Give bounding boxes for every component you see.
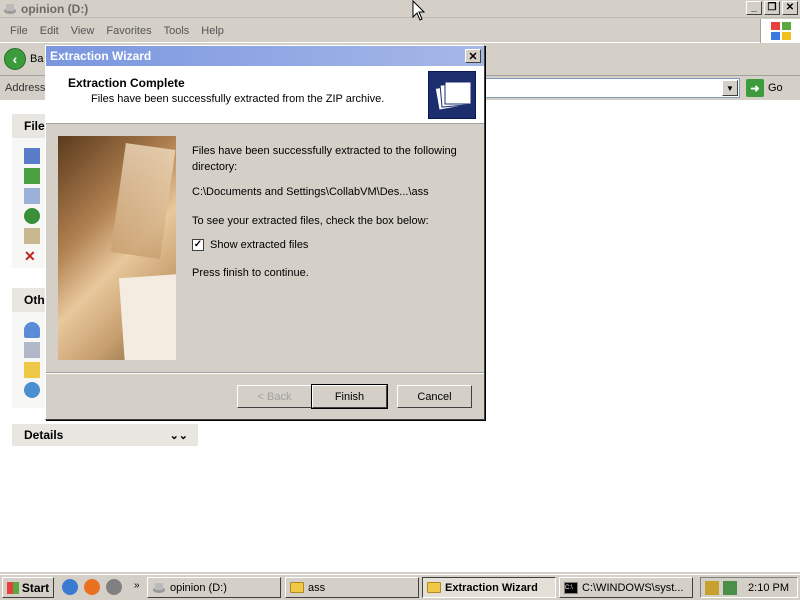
dialog-close-button[interactable]: ✕	[465, 49, 481, 63]
menu-favorites[interactable]: Favorites	[100, 25, 157, 37]
minimize-button[interactable]: _	[746, 1, 762, 15]
taskbar-button-label: ass	[308, 581, 326, 594]
app-icon[interactable]	[106, 579, 122, 595]
back-button-dialog[interactable]: < Back	[237, 385, 312, 408]
task-icon[interactable]	[24, 208, 40, 224]
firefox-icon[interactable]	[84, 579, 100, 595]
tray-icon[interactable]	[723, 580, 737, 595]
menu-file[interactable]: File	[4, 25, 34, 37]
dialog-separator	[46, 372, 484, 374]
extraction-wizard-dialog: Extraction Wizard ✕ Extraction Complete …	[45, 45, 485, 420]
folders-icon	[428, 71, 476, 119]
dialog-title: Extraction Wizard	[50, 49, 152, 63]
windows-flag-icon	[6, 581, 19, 594]
body-line-1: Files have been successfully extracted t…	[192, 145, 457, 157]
menu-tools[interactable]: Tools	[158, 25, 196, 37]
go-label: Go	[768, 82, 783, 94]
back-arrow-icon: ‹	[4, 48, 26, 70]
drive-icon	[4, 3, 16, 14]
details-header: Details	[24, 428, 64, 442]
delete-icon[interactable]: ✕	[24, 248, 40, 264]
taskbar-button-opinion[interactable]: opinion (D:)	[147, 577, 281, 598]
cancel-button[interactable]: Cancel	[397, 385, 472, 408]
taskbar-button-ass[interactable]: ass	[285, 577, 419, 598]
place-icon[interactable]	[24, 342, 40, 358]
network-icon[interactable]	[24, 382, 40, 398]
internet-explorer-icon[interactable]	[62, 579, 78, 595]
mouse-cursor-icon	[412, 0, 426, 21]
checkbox-icon[interactable]: ✓	[192, 239, 204, 251]
wizard-side-image	[58, 136, 176, 360]
checkbox-label[interactable]: Show extracted files	[210, 239, 308, 251]
back-label: Ba	[30, 53, 44, 65]
go-button[interactable]: ➜ Go	[746, 79, 783, 97]
menu-edit[interactable]: Edit	[34, 25, 65, 37]
explorer-title-bar[interactable]: opinion (D:) _ ❐ ✕	[0, 0, 800, 18]
go-arrow-icon: ➜	[746, 79, 764, 97]
folder-icon	[290, 582, 304, 593]
dialog-header-subtitle: Files have been successfully extracted f…	[91, 93, 385, 105]
chevron-down-icon[interactable]: ⌄⌄	[170, 429, 188, 442]
dialog-title-bar[interactable]: Extraction Wizard ✕	[46, 46, 484, 66]
dialog-header: Extraction Complete Files have been succ…	[46, 66, 484, 124]
address-dropdown-icon[interactable]: ▼	[722, 80, 738, 96]
place-icon[interactable]	[24, 322, 40, 338]
menu-bar: File Edit View Favorites Tools Help	[0, 19, 760, 43]
taskbar-button-label: Extraction Wizard	[445, 581, 538, 594]
taskbar-button-label: opinion (D:)	[170, 581, 227, 594]
close-button[interactable]: ✕	[782, 1, 798, 15]
finish-prompt: Press finish to continue.	[192, 267, 309, 279]
address-label: Address	[5, 82, 46, 94]
task-icon[interactable]	[24, 148, 40, 164]
taskbar-button-label: C:\WINDOWS\syst...	[582, 581, 684, 594]
show-extracted-files-checkbox[interactable]: ✓ Show extracted files	[192, 239, 308, 251]
system-tray: 2:10 PM	[700, 577, 798, 598]
quick-launch-chevron-icon[interactable]: »	[134, 580, 140, 591]
task-icon[interactable]	[24, 228, 40, 244]
details-panel[interactable]: Details ⌄⌄	[12, 424, 198, 446]
menu-view[interactable]: View	[65, 25, 101, 37]
console-icon: C:\	[564, 581, 578, 594]
quick-launch	[62, 579, 122, 595]
windows-logo	[760, 19, 800, 43]
menu-help[interactable]: Help	[195, 25, 230, 37]
finish-button[interactable]: Finish	[311, 384, 388, 409]
taskbar-button-cmd[interactable]: C:\ C:\WINDOWS\syst...	[559, 577, 693, 598]
back-button[interactable]: ‹ Ba	[4, 48, 43, 70]
clock[interactable]: 2:10 PM	[748, 582, 789, 594]
folder-icon	[427, 582, 441, 593]
task-icon[interactable]	[24, 188, 40, 204]
check-prompt: To see your extracted files, check the b…	[192, 215, 429, 227]
restore-button[interactable]: ❐	[764, 1, 780, 15]
body-line-2: directory:	[192, 161, 238, 173]
tray-icon[interactable]	[705, 580, 719, 595]
windows-flag-icon	[770, 22, 791, 40]
dialog-header-title: Extraction Complete	[68, 76, 185, 90]
taskbar: Start » opinion (D:) ass Extraction Wiza…	[0, 574, 800, 600]
start-button[interactable]: Start	[2, 577, 54, 598]
taskbar-button-extraction-wizard[interactable]: Extraction Wizard	[422, 577, 556, 598]
task-icon[interactable]	[24, 168, 40, 184]
drive-icon	[153, 582, 165, 593]
extracted-path: C:\Documents and Settings\CollabVM\Des..…	[192, 186, 429, 198]
explorer-title: opinion (D:)	[21, 1, 89, 16]
start-label: Start	[21, 580, 50, 595]
folder-icon[interactable]	[24, 362, 40, 378]
